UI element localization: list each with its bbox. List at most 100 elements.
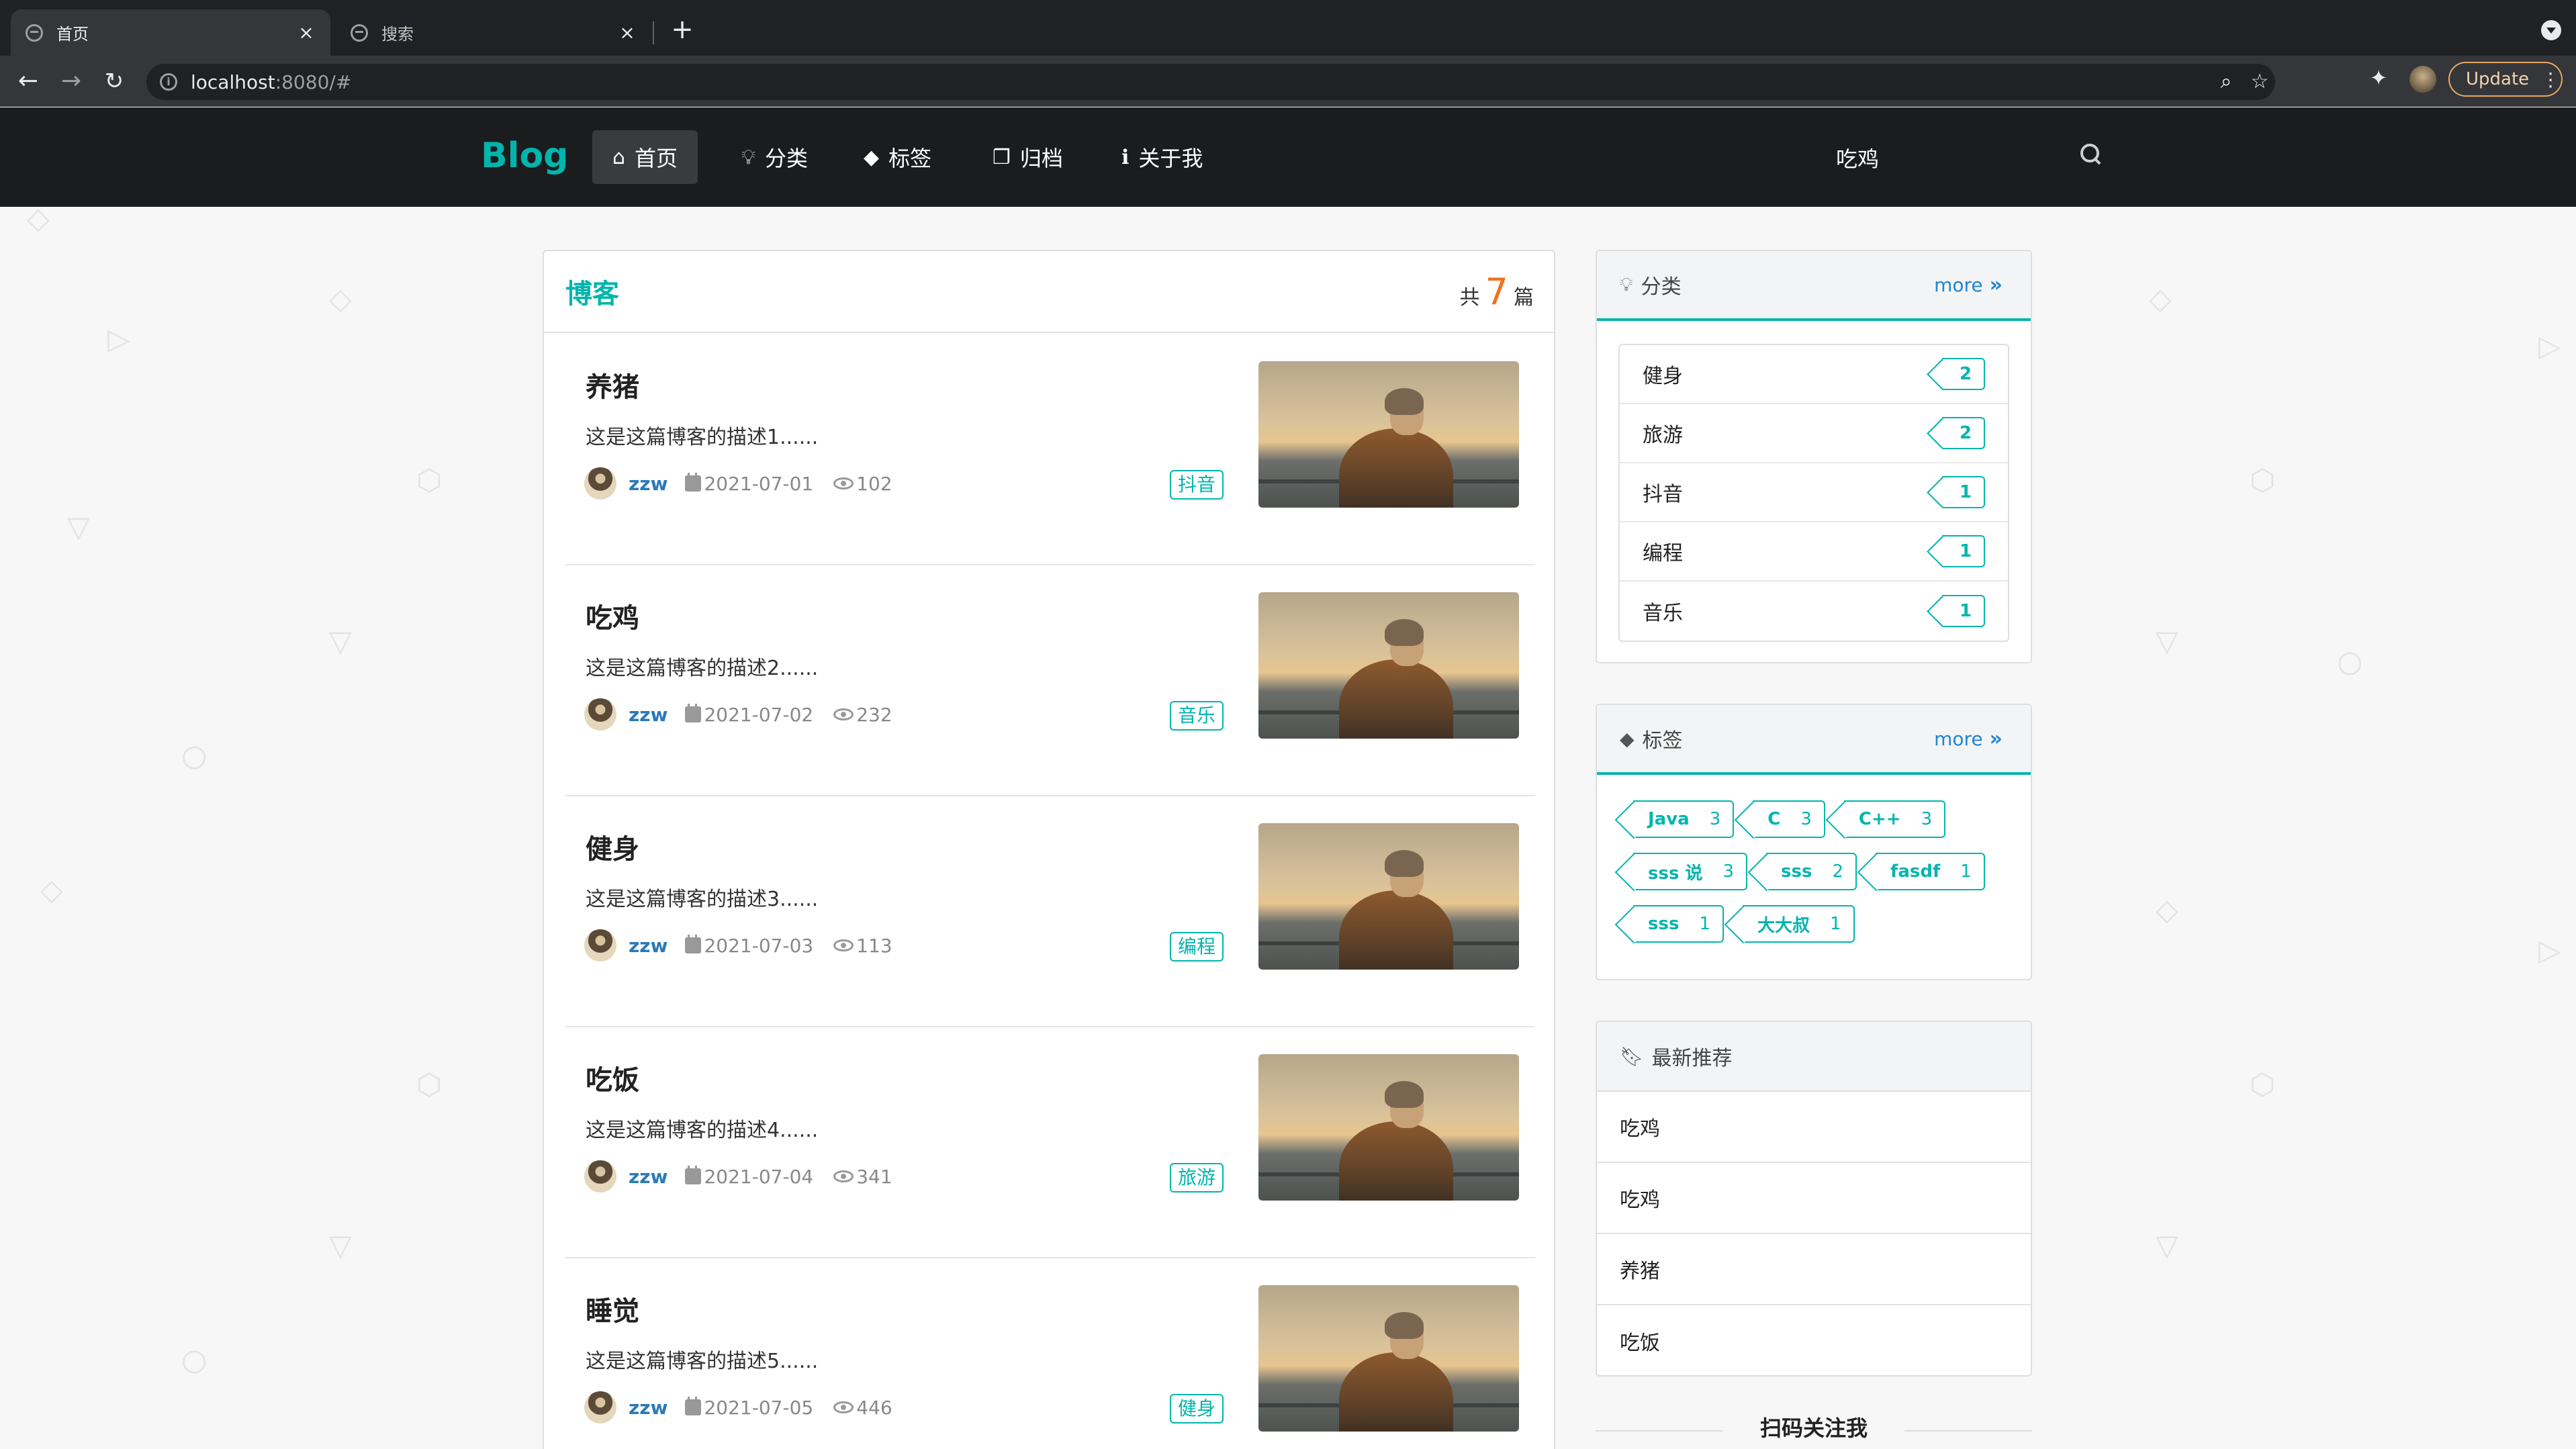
post-author[interactable]: zzw bbox=[629, 704, 668, 726]
post-author[interactable]: zzw bbox=[629, 1166, 668, 1188]
tag-chip[interactable]: sss 说 3 bbox=[1633, 853, 1748, 890]
address-bar[interactable]: i localhost:8080/# ⌕ ☆ bbox=[146, 64, 2275, 100]
back-icon[interactable]: ← bbox=[12, 65, 44, 97]
decor-shape: ⬡ bbox=[416, 463, 443, 498]
post-type-tag[interactable]: 旅游 bbox=[1170, 1163, 1224, 1193]
tag-chip[interactable]: fasdf 1 bbox=[1876, 853, 1985, 890]
eye-icon bbox=[833, 939, 854, 951]
post-item[interactable]: 养猪 这是这篇博客的描述1...... zzw 2021-07-01 102 抖… bbox=[565, 334, 1535, 565]
tag-count: 3 bbox=[1800, 809, 1812, 829]
reload-icon[interactable]: ↻ bbox=[98, 65, 130, 97]
post-title[interactable]: 吃饭 bbox=[586, 1058, 639, 1097]
tag-chip[interactable]: C++ 3 bbox=[1843, 800, 1946, 838]
search-input[interactable]: 吃鸡 bbox=[1836, 142, 1879, 173]
post-thumbnail[interactable] bbox=[1258, 1054, 1519, 1201]
tag-chip[interactable]: Java 3 bbox=[1633, 800, 1735, 838]
decor-shape: ▽ bbox=[329, 624, 352, 659]
category-item[interactable]: 编程 1 bbox=[1620, 522, 2008, 581]
nav-item-home[interactable]: ⌂ 首页 bbox=[592, 130, 698, 184]
page: 首页 × 搜索 × + ← → ↻ i localhost:8080/# ⌕ ☆… bbox=[0, 0, 2576, 1449]
new-tab-button[interactable]: + bbox=[668, 15, 697, 44]
post-item[interactable]: 睡觉 这是这篇博客的描述5...... zzw 2021-07-05 446 健… bbox=[565, 1258, 1535, 1449]
tag-count: 2 bbox=[1832, 861, 1844, 882]
browser-toolbar: ← → ↻ i localhost:8080/# ⌕ ☆ bbox=[0, 56, 2576, 107]
blog-list-title: 博客 bbox=[565, 279, 619, 310]
tag-count: 1 bbox=[1960, 861, 1972, 882]
tag-chip[interactable]: sss 1 bbox=[1633, 905, 1724, 943]
tag-name: Java bbox=[1648, 809, 1690, 829]
nav-item-tags[interactable]: ◆ 标签 bbox=[843, 130, 952, 184]
close-icon[interactable]: × bbox=[297, 21, 316, 44]
search-icon[interactable] bbox=[2079, 142, 2103, 167]
zoom-icon[interactable]: ⌕ bbox=[2215, 71, 2238, 93]
post-thumbnail[interactable] bbox=[1258, 592, 1519, 739]
kebab-menu-icon[interactable]: ⋮ bbox=[2541, 68, 2560, 91]
lightbulb-icon: 💡︎ bbox=[1620, 273, 1633, 295]
post-thumbnail[interactable] bbox=[1258, 361, 1519, 508]
post-author[interactable]: zzw bbox=[629, 935, 668, 957]
browser-tab-home[interactable]: 首页 × bbox=[11, 9, 330, 56]
browser-tab-search[interactable]: 搜索 × bbox=[336, 9, 651, 56]
photo-person bbox=[1339, 1121, 1453, 1201]
category-count: 1 bbox=[1959, 601, 1972, 621]
categories-more-link[interactable]: more » bbox=[1934, 273, 2003, 297]
post-date: 2021-07-03 bbox=[704, 934, 814, 957]
post-type-tag[interactable]: 音乐 bbox=[1170, 701, 1224, 731]
tags-header: ◆ 标签 more » bbox=[1597, 705, 2031, 775]
post-title[interactable]: 睡觉 bbox=[586, 1289, 639, 1328]
category-count-badge: 1 bbox=[1942, 595, 1985, 627]
tag-chip[interactable]: C3 bbox=[1753, 800, 1825, 838]
recommend-item[interactable]: 养猪 bbox=[1597, 1234, 2031, 1305]
post-thumbnail[interactable] bbox=[1258, 823, 1519, 970]
category-list: 健身 2 旅游 2 抖音 1 编程 1 音乐 1 bbox=[1618, 344, 2009, 642]
extensions-icon[interactable]: ✦ bbox=[2365, 64, 2392, 91]
post-title[interactable]: 养猪 bbox=[586, 365, 639, 404]
post-type-tag[interactable]: 编程 bbox=[1170, 932, 1224, 962]
categories-title: 💡︎ 分类 bbox=[1620, 270, 1682, 299]
bookmark-icon: 🔖︎ bbox=[1620, 1045, 1644, 1068]
tag-chip[interactable]: 大大叔 1 bbox=[1742, 905, 1855, 943]
post-author[interactable]: zzw bbox=[629, 473, 668, 495]
nav-item-archive[interactable]: ❐ 归档 bbox=[972, 130, 1083, 184]
close-icon[interactable]: × bbox=[618, 21, 637, 44]
forward-icon[interactable]: → bbox=[55, 65, 87, 97]
recommend-item[interactable]: 吃鸡 bbox=[1597, 1092, 2031, 1163]
category-name: 编程 bbox=[1643, 542, 1683, 565]
category-item[interactable]: 音乐 1 bbox=[1620, 581, 2008, 641]
post-meta: zzw 2021-07-02 232 bbox=[584, 698, 892, 731]
post-type-tag[interactable]: 抖音 bbox=[1170, 470, 1224, 500]
photo-person bbox=[1385, 1312, 1424, 1339]
post-title[interactable]: 健身 bbox=[586, 827, 639, 866]
calendar-icon bbox=[685, 935, 702, 953]
count-number: 7 bbox=[1485, 270, 1508, 313]
post-thumbnail[interactable] bbox=[1258, 1285, 1519, 1432]
post-title[interactable]: 吃鸡 bbox=[586, 596, 639, 635]
decor-shape: ⬡ bbox=[2250, 1068, 2276, 1102]
profile-avatar[interactable] bbox=[2409, 66, 2436, 93]
tags-more-link[interactable]: more » bbox=[1934, 727, 2003, 751]
nav-item-categories[interactable]: 💡︎ 分类 bbox=[721, 130, 828, 184]
browser-tab-bar: 首页 × 搜索 × + bbox=[0, 0, 2576, 56]
star-icon[interactable]: ☆ bbox=[2248, 71, 2271, 93]
tab-search-icon[interactable] bbox=[2541, 20, 2561, 40]
post-type-tag[interactable]: 健身 bbox=[1170, 1394, 1224, 1423]
post-item[interactable]: 吃饭 这是这篇博客的描述4...... zzw 2021-07-04 341 旅… bbox=[565, 1027, 1535, 1258]
tags-icon: ◆ bbox=[864, 145, 880, 169]
brand-logo[interactable]: Blog bbox=[481, 136, 568, 176]
category-item[interactable]: 抖音 1 bbox=[1620, 463, 2008, 522]
site-info-icon[interactable]: i bbox=[160, 73, 177, 91]
double-chevron-right-icon: » bbox=[1989, 727, 2003, 751]
recommend-item[interactable]: 吃饭 bbox=[1597, 1305, 2031, 1376]
nav-item-about[interactable]: ℹ 关于我 bbox=[1101, 130, 1223, 184]
tag-chip[interactable]: sss 2 bbox=[1766, 853, 1857, 890]
category-item[interactable]: 健身 2 bbox=[1620, 345, 2008, 404]
tab-title: 首页 bbox=[56, 25, 89, 44]
recommend-item[interactable]: 吃鸡 bbox=[1597, 1163, 2031, 1234]
tag-cloud: Java 3 C3 C++ 3 sss 说3 sss 2 fasdf 1 sss 1 大大… bbox=[1597, 775, 2031, 976]
post-item[interactable]: 吃鸡 这是这篇博客的描述2...... zzw 2021-07-02 232 音… bbox=[565, 565, 1535, 796]
category-item[interactable]: 旅游 2 bbox=[1620, 404, 2008, 463]
post-author[interactable]: zzw bbox=[629, 1397, 668, 1419]
post-item[interactable]: 健身 这是这篇博客的描述3...... zzw 2021-07-03 113 编… bbox=[565, 796, 1535, 1027]
update-button[interactable]: Update ⋮ bbox=[2448, 62, 2563, 97]
post-date: 2021-07-05 bbox=[704, 1396, 814, 1419]
